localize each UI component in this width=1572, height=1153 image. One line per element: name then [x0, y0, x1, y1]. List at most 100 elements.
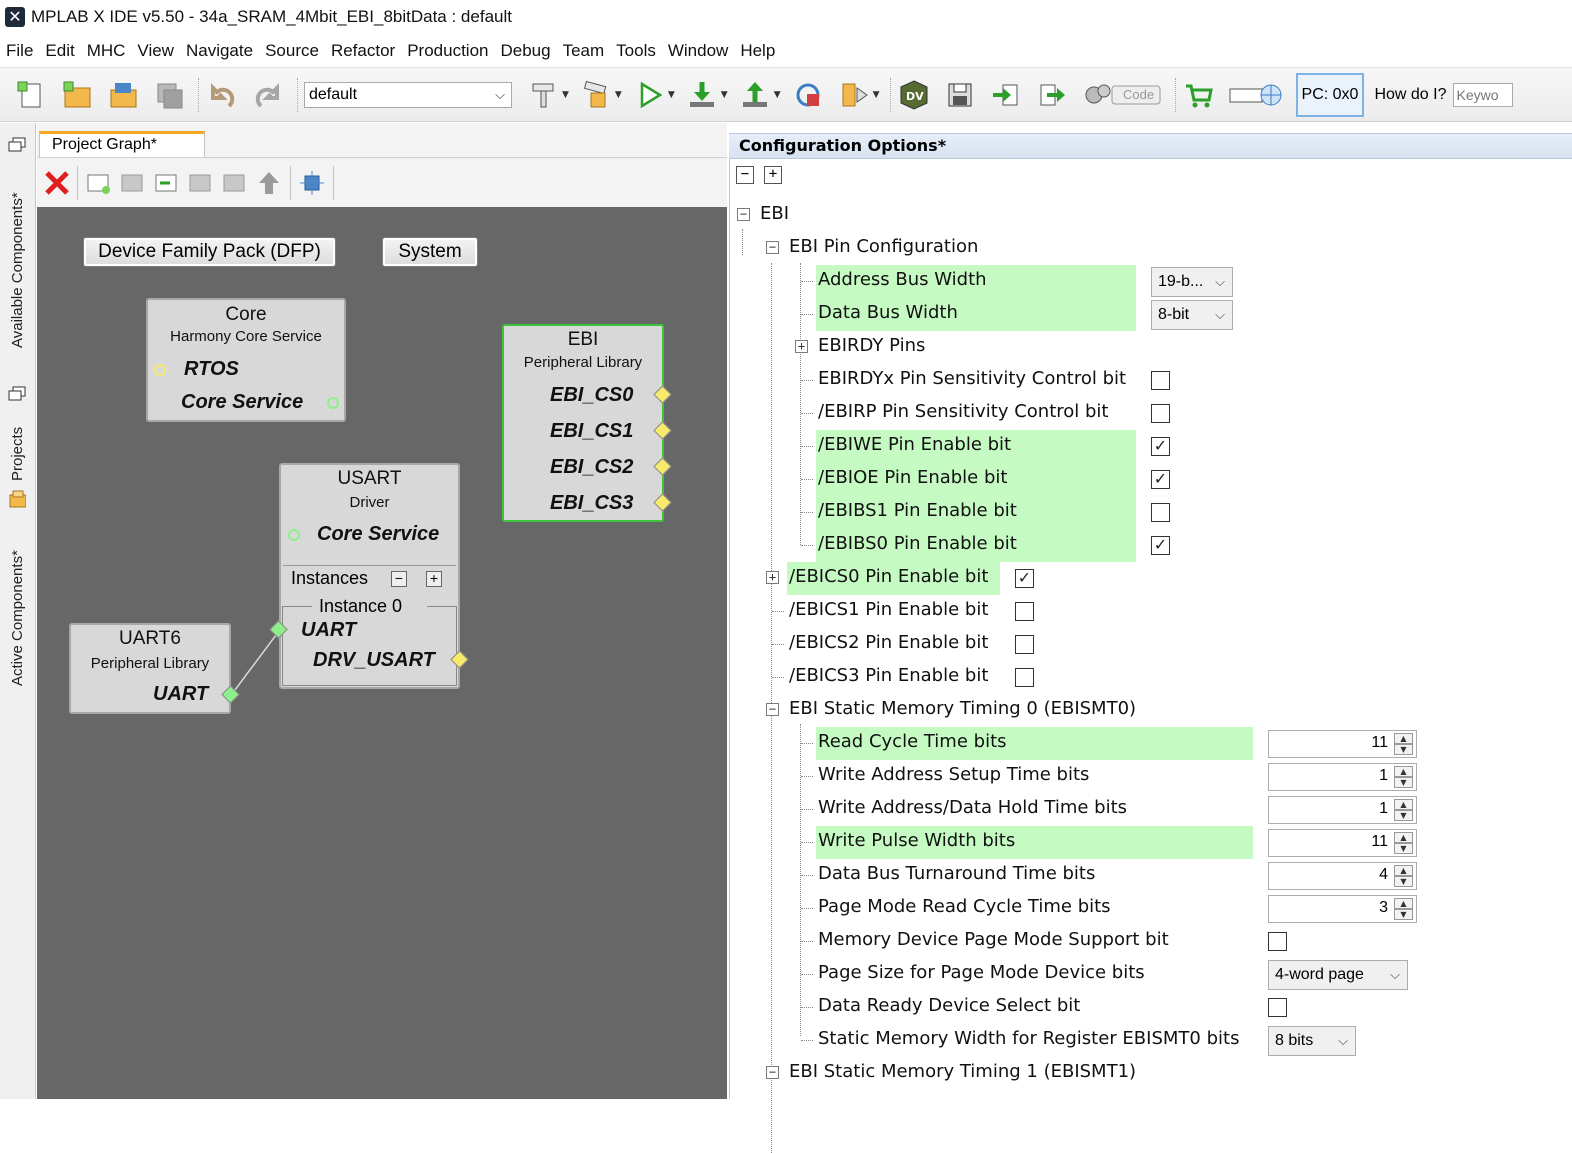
- smt0-field-2-spinner[interactable]: 1 ▲ ▼: [1268, 796, 1417, 824]
- auto-arrange-button[interactable]: [299, 170, 325, 196]
- spin-down-arrow-icon[interactable]: ▼: [1394, 909, 1413, 920]
- tab-available-components[interactable]: Available Components*: [9, 192, 26, 348]
- smt0-field-4-spinner[interactable]: 4 ▲ ▼: [1268, 862, 1417, 890]
- project-configuration-select[interactable]: default ⌵: [304, 81, 512, 108]
- save-button[interactable]: [943, 78, 977, 112]
- spin-up-arrow-icon[interactable]: ▲: [1394, 832, 1413, 843]
- web-tool-button[interactable]: [1228, 78, 1284, 112]
- clean-build-dropdown-icon[interactable]: ▼: [615, 90, 622, 100]
- spin-down-arrow-icon[interactable]: ▼: [1394, 876, 1413, 887]
- import-button[interactable]: [989, 78, 1023, 112]
- port-ebi-cs3[interactable]: EBI_CS3: [550, 492, 633, 515]
- pin-check-1-checkbox[interactable]: [1151, 404, 1170, 423]
- run-dropdown-icon[interactable]: ▼: [668, 90, 675, 100]
- tab-active-components[interactable]: Active Components*: [9, 550, 26, 686]
- program-device-dropdown-icon[interactable]: ▼: [721, 90, 728, 100]
- data-visualizer-button[interactable]: DV: [897, 78, 931, 112]
- add-to-group-button[interactable]: [154, 170, 180, 196]
- menu-team[interactable]: Team: [563, 41, 605, 61]
- run-button[interactable]: [632, 78, 666, 112]
- menu-mhc[interactable]: MHC: [87, 41, 126, 61]
- port-ebi-cs2[interactable]: EBI_CS2: [550, 456, 633, 479]
- program-device-button[interactable]: [685, 78, 719, 112]
- remove-component-button[interactable]: [43, 170, 69, 196]
- new-group-button[interactable]: [86, 170, 112, 196]
- spin-down-arrow-icon[interactable]: ▼: [1394, 810, 1413, 821]
- spin-up-arrow-icon[interactable]: ▲: [1394, 898, 1413, 909]
- menu-source[interactable]: Source: [265, 41, 319, 61]
- menu-production[interactable]: Production: [407, 41, 488, 61]
- expand-node-icon[interactable]: +: [795, 340, 808, 353]
- pin-check-4-checkbox[interactable]: [1151, 503, 1170, 522]
- port-core-service[interactable]: Core Service: [181, 391, 303, 414]
- spin-up-arrow-icon[interactable]: ▲: [1394, 799, 1413, 810]
- core-service-port-dot[interactable]: [327, 397, 339, 409]
- port-usart-core-service[interactable]: Core Service: [317, 523, 439, 546]
- collapse-node-icon[interactable]: −: [766, 703, 779, 716]
- spin-down-arrow-icon[interactable]: ▼: [1394, 843, 1413, 854]
- smt0-field-5-spinner[interactable]: 3 ▲ ▼: [1268, 895, 1417, 923]
- usart-component[interactable]: USART Driver Core Service Instances − + …: [279, 463, 460, 689]
- new-project-button[interactable]: [60, 78, 94, 112]
- collapse-node-icon[interactable]: −: [766, 1066, 779, 1079]
- port-ebi-cs0[interactable]: EBI_CS0: [550, 384, 633, 407]
- pin-check-2-checkbox[interactable]: ✓: [1151, 437, 1170, 456]
- cart-button[interactable]: [1182, 78, 1216, 112]
- cs-check-2-checkbox[interactable]: [1015, 635, 1034, 654]
- menu-view[interactable]: View: [137, 41, 174, 61]
- close-project-button[interactable]: [152, 78, 186, 112]
- tab-projects[interactable]: Projects: [9, 427, 26, 481]
- spin-up-arrow-icon[interactable]: ▲: [1394, 733, 1413, 744]
- build-dropdown-icon[interactable]: ▼: [562, 90, 569, 100]
- project-graph-canvas[interactable]: Device Family Pack (DFP) System Core Har…: [37, 207, 727, 1099]
- menu-refactor[interactable]: Refactor: [331, 41, 395, 61]
- port-rtos[interactable]: RTOS: [184, 358, 239, 381]
- menu-help[interactable]: Help: [740, 41, 775, 61]
- group-dfp[interactable]: Device Family Pack (DFP): [83, 237, 336, 267]
- debug-button[interactable]: [837, 78, 871, 112]
- expand-all-button[interactable]: +: [764, 166, 782, 184]
- cs-check-3-checkbox[interactable]: [1015, 668, 1034, 687]
- cs-check-0-checkbox[interactable]: ✓: [1015, 569, 1034, 588]
- uart6-component[interactable]: UART6 Peripheral Library UART: [69, 623, 231, 714]
- export-button[interactable]: [1035, 78, 1069, 112]
- spin-down-arrow-icon[interactable]: ▼: [1394, 777, 1413, 788]
- port-drv-usart[interactable]: DRV_USART: [313, 649, 435, 672]
- new-file-button[interactable]: [14, 78, 48, 112]
- tab-project-graph[interactable]: Project Graph*: [39, 131, 205, 157]
- build-button[interactable]: [526, 78, 560, 112]
- pin-check-0-checkbox[interactable]: [1151, 371, 1170, 390]
- delete-group-button[interactable]: [222, 170, 248, 196]
- address-bus-width-select[interactable]: 19-b... ⌵: [1151, 267, 1233, 297]
- undo-button[interactable]: [205, 78, 239, 112]
- port-usart-uart[interactable]: UART: [301, 619, 356, 642]
- reset-button[interactable]: [791, 78, 825, 112]
- remove-instance-button[interactable]: −: [391, 571, 407, 587]
- group-system[interactable]: System: [382, 237, 478, 267]
- data-ready-select-checkbox[interactable]: [1268, 998, 1287, 1017]
- data-bus-width-select[interactable]: 8-bit ⌵: [1151, 300, 1233, 330]
- menu-file[interactable]: File: [6, 41, 33, 61]
- spin-down-arrow-icon[interactable]: ▼: [1394, 744, 1413, 755]
- debug-dropdown-icon[interactable]: ▼: [873, 90, 880, 100]
- group-settings-button[interactable]: [120, 170, 146, 196]
- generate-code-button[interactable]: Code: [1081, 78, 1163, 112]
- page-size-select[interactable]: 4-word page ⌵: [1268, 960, 1408, 990]
- spin-up-arrow-icon[interactable]: ▲: [1394, 865, 1413, 876]
- usart-core-service-port-dot[interactable]: [288, 529, 300, 541]
- core-component[interactable]: Core Harmony Core Service RTOS Core Serv…: [146, 298, 346, 422]
- clean-build-button[interactable]: [579, 78, 613, 112]
- ebi-component[interactable]: EBI Peripheral Library EBI_CS0 EBI_CS1 E…: [502, 324, 664, 522]
- redo-button[interactable]: [251, 78, 285, 112]
- cs-check-1-checkbox[interactable]: [1015, 602, 1034, 621]
- menu-debug[interactable]: Debug: [500, 41, 550, 61]
- collapse-node-icon[interactable]: −: [737, 208, 750, 221]
- memory-width-select[interactable]: 8 bits ⌵: [1268, 1026, 1356, 1056]
- port-ebi-cs1[interactable]: EBI_CS1: [550, 420, 633, 443]
- menu-window[interactable]: Window: [668, 41, 728, 61]
- menu-tools[interactable]: Tools: [616, 41, 656, 61]
- collapse-node-icon[interactable]: −: [766, 241, 779, 254]
- expand-node-icon[interactable]: +: [766, 571, 779, 584]
- restore-window-icon[interactable]: [8, 137, 26, 153]
- port-uart6-uart[interactable]: UART: [153, 683, 208, 706]
